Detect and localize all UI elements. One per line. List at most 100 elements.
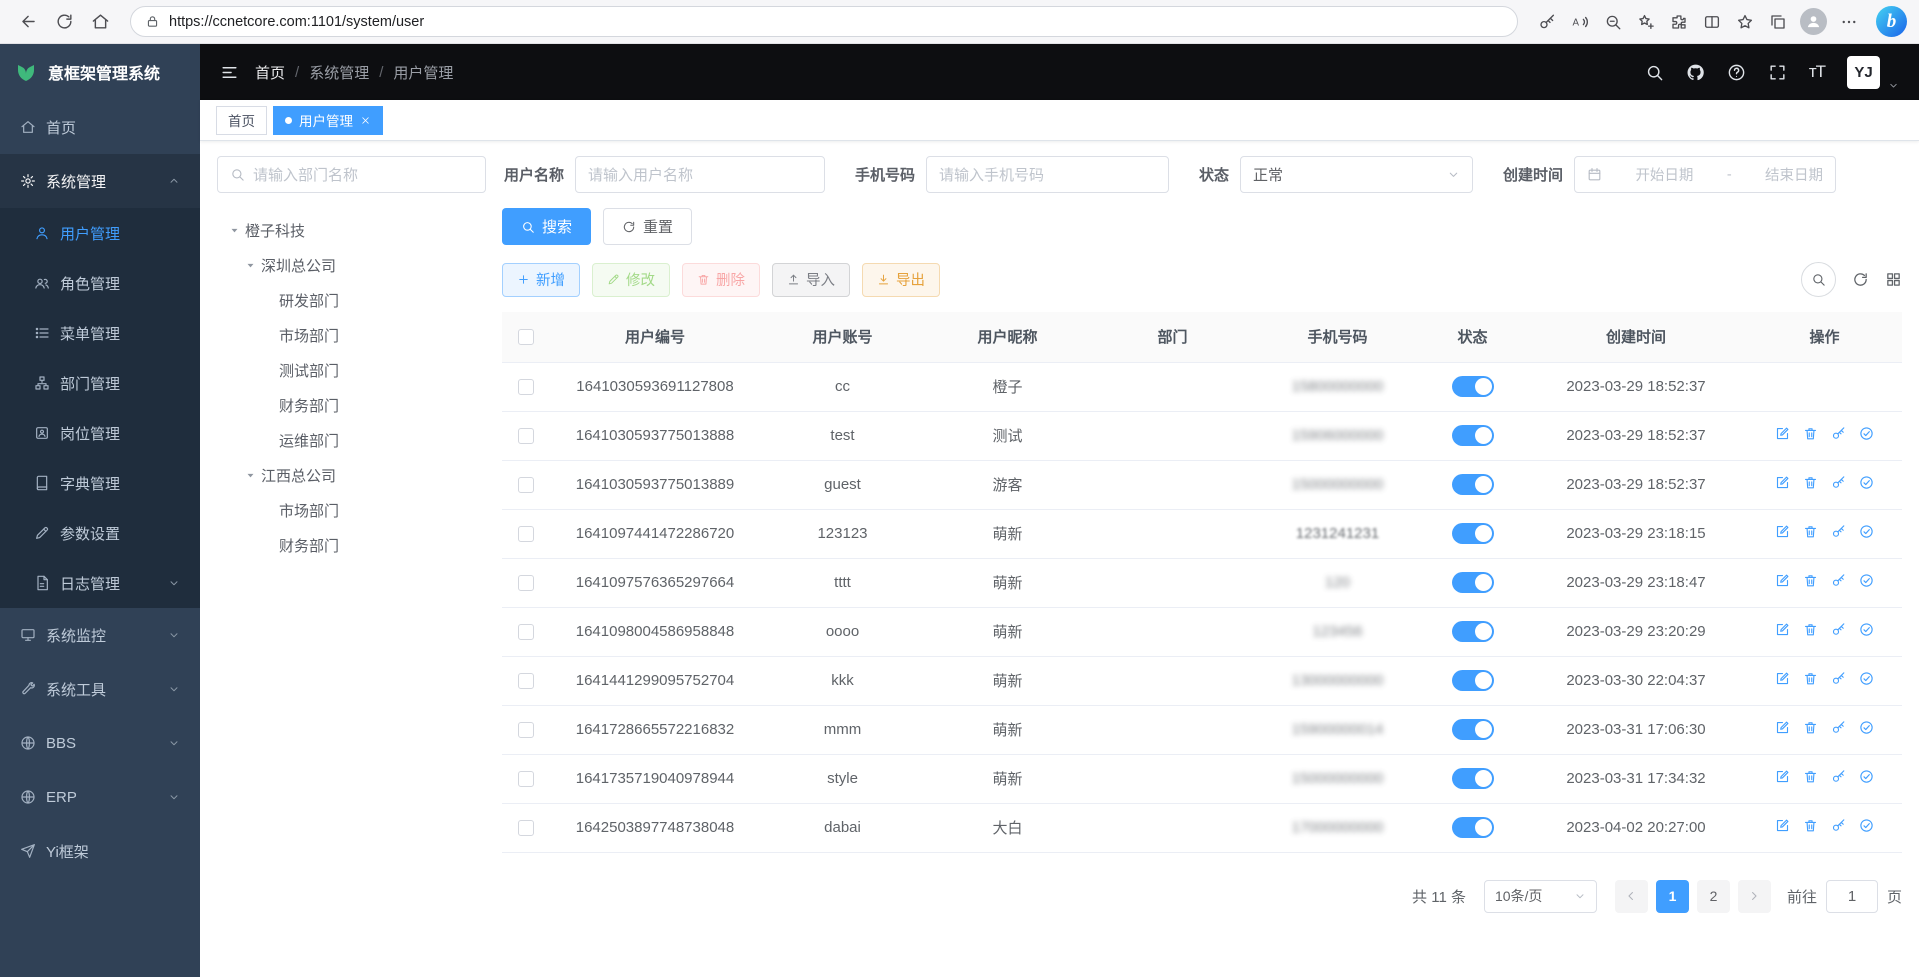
assign-role-icon[interactable]: [1859, 769, 1874, 784]
row-checkbox[interactable]: [518, 820, 534, 836]
status-toggle[interactable]: [1452, 719, 1494, 740]
edit-button[interactable]: 修改: [592, 263, 670, 297]
reset-password-icon[interactable]: [1831, 573, 1846, 588]
status-toggle[interactable]: [1452, 425, 1494, 446]
search-button[interactable]: 搜索: [502, 208, 591, 245]
delete-row-icon[interactable]: [1803, 573, 1818, 588]
key-icon[interactable]: [1532, 7, 1562, 37]
edit-row-icon[interactable]: [1775, 818, 1790, 833]
sidebar-item-system[interactable]: 系统管理: [0, 154, 200, 208]
import-button[interactable]: 导入: [772, 263, 850, 297]
sidebar-item-bbs[interactable]: BBS: [0, 716, 200, 770]
user-avatar[interactable]: YJ: [1847, 56, 1880, 89]
status-toggle[interactable]: [1452, 523, 1494, 544]
extensions-icon[interactable]: [1664, 7, 1694, 37]
edit-row-icon[interactable]: [1775, 426, 1790, 441]
sidebar-item-menu[interactable]: 菜单管理: [0, 308, 200, 358]
browser-refresh-icon[interactable]: [48, 6, 80, 38]
page-button-1[interactable]: 1: [1656, 880, 1689, 913]
sidebar-item-dept[interactable]: 部门管理: [0, 358, 200, 408]
favorite-add-icon[interactable]: [1631, 7, 1661, 37]
delete-row-icon[interactable]: [1803, 671, 1818, 686]
tree-node[interactable]: 市场部门: [217, 493, 486, 528]
row-checkbox[interactable]: [518, 673, 534, 689]
fullscreen-icon[interactable]: [1768, 63, 1787, 82]
tree-node[interactable]: 深圳总公司: [217, 248, 486, 283]
status-select[interactable]: 正常: [1240, 156, 1473, 193]
tab-close-icon[interactable]: [360, 115, 371, 126]
sidebar-item-erp[interactable]: ERP: [0, 770, 200, 824]
sidebar-item-yiframe[interactable]: Yi框架: [0, 824, 200, 878]
bing-icon[interactable]: b: [1876, 6, 1907, 37]
delete-button[interactable]: 删除: [682, 263, 760, 297]
tree-node[interactable]: 财务部门: [217, 528, 486, 563]
tree-node[interactable]: 市场部门: [217, 318, 486, 353]
status-toggle[interactable]: [1452, 621, 1494, 642]
tree-node[interactable]: 橙子科技: [217, 213, 486, 248]
page-size-select[interactable]: 10条/页: [1484, 880, 1597, 913]
row-checkbox[interactable]: [518, 624, 534, 640]
status-toggle[interactable]: [1452, 572, 1494, 593]
prev-page-button[interactable]: [1615, 880, 1648, 913]
edit-row-icon[interactable]: [1775, 720, 1790, 735]
delete-row-icon[interactable]: [1803, 622, 1818, 637]
date-range-input[interactable]: 开始日期 - 结束日期: [1574, 156, 1836, 193]
sidebar-item-role[interactable]: 角色管理: [0, 258, 200, 308]
status-toggle[interactable]: [1452, 670, 1494, 691]
split-screen-icon[interactable]: [1697, 7, 1727, 37]
delete-row-icon[interactable]: [1803, 524, 1818, 539]
assign-role-icon[interactable]: [1859, 622, 1874, 637]
assign-role-icon[interactable]: [1859, 524, 1874, 539]
row-checkbox[interactable]: [518, 771, 534, 787]
refresh-table-button[interactable]: [1852, 271, 1869, 288]
assign-role-icon[interactable]: [1859, 475, 1874, 490]
sidebar-item-tool[interactable]: 系统工具: [0, 662, 200, 716]
delete-row-icon[interactable]: [1803, 475, 1818, 490]
browser-home-icon[interactable]: [84, 6, 116, 38]
star-icon[interactable]: [1730, 7, 1760, 37]
address-bar[interactable]: https://ccnetcore.com:1101/system/user: [130, 6, 1518, 37]
tree-node[interactable]: 测试部门: [217, 353, 486, 388]
font-size-icon[interactable]: тT: [1809, 62, 1825, 82]
edit-row-icon[interactable]: [1775, 671, 1790, 686]
column-settings-button[interactable]: [1885, 271, 1902, 288]
reset-password-icon[interactable]: [1831, 818, 1846, 833]
read-aloud-icon[interactable]: A: [1565, 7, 1595, 37]
sidebar-item-param[interactable]: 参数设置: [0, 508, 200, 558]
tree-node[interactable]: 财务部门: [217, 388, 486, 423]
collapse-sidebar-icon[interactable]: [220, 63, 239, 82]
edit-row-icon[interactable]: [1775, 524, 1790, 539]
caret-down-icon[interactable]: [229, 225, 240, 236]
assign-role-icon[interactable]: [1859, 573, 1874, 588]
sidebar-item-log[interactable]: 日志管理: [0, 558, 200, 608]
tab-home[interactable]: 首页: [216, 106, 267, 135]
collections-icon[interactable]: [1763, 7, 1793, 37]
reset-button[interactable]: 重置: [603, 208, 692, 245]
row-checkbox[interactable]: [518, 526, 534, 542]
sidebar-item-monitor[interactable]: 系统监控: [0, 608, 200, 662]
assign-role-icon[interactable]: [1859, 818, 1874, 833]
sidebar-item-user[interactable]: 用户管理: [0, 208, 200, 258]
reset-password-icon[interactable]: [1831, 475, 1846, 490]
caret-down-icon[interactable]: [245, 470, 256, 481]
reset-password-icon[interactable]: [1831, 426, 1846, 441]
row-checkbox[interactable]: [518, 575, 534, 591]
status-toggle[interactable]: [1452, 474, 1494, 495]
hide-search-button[interactable]: [1801, 262, 1836, 297]
help-icon[interactable]: [1727, 63, 1746, 82]
sidebar-item-post[interactable]: 岗位管理: [0, 408, 200, 458]
zoom-out-icon[interactable]: [1598, 7, 1628, 37]
phone-input[interactable]: 请输入手机号码: [926, 156, 1169, 193]
select-all-checkbox[interactable]: [518, 329, 534, 345]
tree-node[interactable]: 江西总公司: [217, 458, 486, 493]
edit-row-icon[interactable]: [1775, 622, 1790, 637]
assign-role-icon[interactable]: [1859, 671, 1874, 686]
breadcrumb-home[interactable]: 首页: [255, 62, 285, 83]
sidebar-item-home[interactable]: 首页: [0, 100, 200, 154]
reset-password-icon[interactable]: [1831, 671, 1846, 686]
dept-search-input[interactable]: 请输入部门名称: [217, 156, 486, 193]
assign-role-icon[interactable]: [1859, 720, 1874, 735]
status-toggle[interactable]: [1452, 376, 1494, 397]
delete-row-icon[interactable]: [1803, 720, 1818, 735]
goto-page-input[interactable]: 1: [1826, 880, 1878, 913]
